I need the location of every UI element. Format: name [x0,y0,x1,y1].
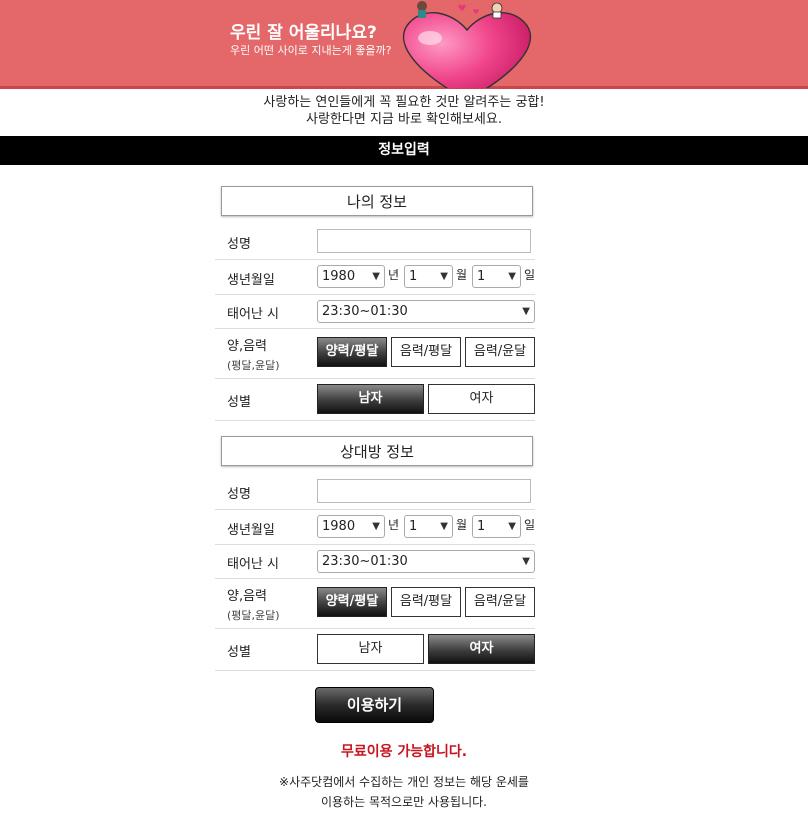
partner-calendar-row: 양,음력 (평달,윤달) 양력/평달 음력/평달 음력/윤달 [215,579,535,629]
my-gender-male-button[interactable]: 남자 [317,384,424,414]
chevron-down-icon: ▼ [440,271,448,282]
month-unit: 월 [456,518,468,532]
partner-gender-row: 성별 남자 여자 [215,629,535,671]
birth-time-label: 태어난 시 [227,557,279,572]
privacy-notice: ※사주닷컴에서 수집하는 개인 정보는 해당 운세를 이용하는 목적으로만 사용… [0,772,808,812]
partner-name-input[interactable] [317,479,531,503]
my-info-header: 나의 정보 [221,186,533,216]
privacy-line-1: ※사주닷컴에서 수집하는 개인 정보는 해당 운세를 [279,775,529,789]
year-unit: 년 [388,518,400,532]
top-banner: 우린 잘 어울리나요? 우린 어떤 사이로 지내는게 좋을까? [0,0,808,89]
my-month-select[interactable]: 1 ▼ [404,265,453,288]
name-label: 성명 [227,237,251,252]
partner-day-value: 1 [477,519,486,534]
banner-subtitle: 우린 어떤 사이로 지내는게 좋을까? [230,44,392,57]
my-name-input[interactable] [317,229,531,253]
gender-label: 성별 [227,395,251,410]
calendar-sublabel: (평달,윤달) [227,359,280,372]
calendar-label: 양,음력 (평달,윤달) [227,585,280,623]
intro-text: 사랑하는 연인들에게 꼭 필요한 것만 알려주는 궁합! 사랑한다면 지금 바로… [0,94,808,128]
my-time-row: 태어난 시 23:30~01:30 ▼ [215,295,535,329]
calendar-label-text: 양,음력 [227,339,268,354]
my-gender-row: 성별 남자 여자 [215,379,535,421]
my-birth-row: 생년월일 1980 ▼ 년 1 ▼ 월 1 ▼ 일 [215,260,535,295]
partner-day-select[interactable]: 1 ▼ [472,515,521,538]
birth-label: 생년월일 [227,523,275,538]
partner-gender-female-button[interactable]: 여자 [428,634,535,664]
chevron-down-icon: ▼ [440,521,448,532]
my-calendar-leap-button[interactable]: 음력/윤달 [465,337,535,367]
my-time-value: 23:30~01:30 [322,304,408,319]
name-label: 성명 [227,487,251,502]
partner-time-row: 태어난 시 23:30~01:30 ▼ [215,545,535,579]
chevron-down-icon: ▼ [522,306,530,317]
partner-birth-row: 생년월일 1980 ▼ 년 1 ▼ 월 1 ▼ 일 [215,510,535,545]
partner-calendar-lunar-button[interactable]: 음력/평달 [391,587,461,617]
my-day-value: 1 [477,269,486,284]
month-unit: 월 [456,268,468,282]
banner-title: 우린 잘 어울리나요? [230,23,377,43]
partner-time-value: 23:30~01:30 [322,554,408,569]
partner-year-select[interactable]: 1980 ▼ [317,515,385,538]
partner-info-header: 상대방 정보 [221,436,533,466]
chevron-down-icon: ▼ [372,521,380,532]
partner-calendar-leap-button[interactable]: 음력/윤달 [465,587,535,617]
privacy-line-2: 이용하는 목적으로만 사용됩니다. [320,795,487,809]
day-unit: 일 [524,518,536,532]
intro-line-1: 사랑하는 연인들에게 꼭 필요한 것만 알려주는 궁합! [263,95,545,110]
my-time-select[interactable]: 23:30~01:30 ▼ [317,300,535,323]
submit-button[interactable]: 이용하기 [315,687,434,723]
partner-time-select[interactable]: 23:30~01:30 ▼ [317,550,535,573]
partner-calendar-solar-button[interactable]: 양력/평달 [317,587,387,617]
partner-month-select[interactable]: 1 ▼ [404,515,453,538]
birth-time-label: 태어난 시 [227,307,279,322]
my-name-row: 성명 [215,223,535,260]
couple-heart-illustration [402,1,532,88]
free-notice: 무료이용 가능합니다. [340,744,468,760]
my-calendar-lunar-button[interactable]: 음력/평달 [391,337,461,367]
chevron-down-icon: ▼ [508,521,516,532]
chevron-down-icon: ▼ [508,271,516,282]
my-calendar-row: 양,음력 (평달,윤달) 양력/평달 음력/평달 음력/윤달 [215,329,535,379]
birth-label: 생년월일 [227,273,275,288]
my-month-value: 1 [409,269,418,284]
my-gender-female-button[interactable]: 여자 [428,384,535,414]
intro-line-2: 사랑한다면 지금 바로 확인해보세요. [306,112,502,127]
calendar-sublabel: (평달,윤달) [227,609,280,622]
section-title: 정보입력 [0,136,808,165]
my-year-value: 1980 [322,269,356,284]
chevron-down-icon: ▼ [372,271,380,282]
calendar-label-text: 양,음력 [227,589,268,604]
my-day-select[interactable]: 1 ▼ [472,265,521,288]
partner-gender-male-button[interactable]: 남자 [317,634,424,664]
gender-label: 성별 [227,645,251,660]
partner-month-value: 1 [409,519,418,534]
year-unit: 년 [388,268,400,282]
my-calendar-solar-button[interactable]: 양력/평달 [317,337,387,367]
calendar-label: 양,음력 (평달,윤달) [227,335,280,373]
day-unit: 일 [524,268,536,282]
chevron-down-icon: ▼ [522,556,530,567]
my-year-select[interactable]: 1980 ▼ [317,265,385,288]
partner-year-value: 1980 [322,519,356,534]
partner-name-row: 성명 [215,473,535,510]
